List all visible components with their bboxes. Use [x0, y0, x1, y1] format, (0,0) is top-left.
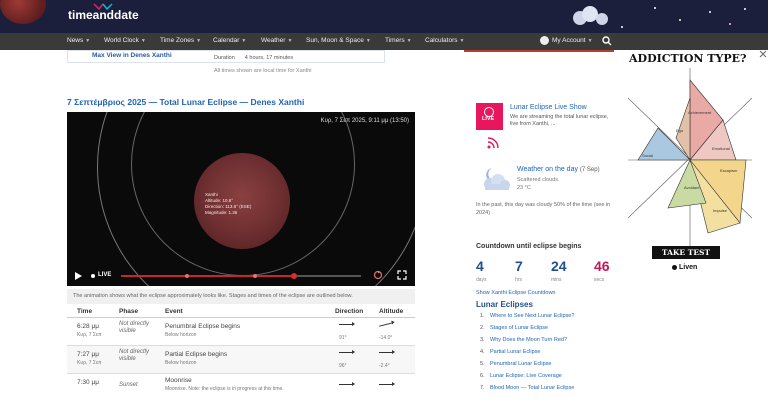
- table-row: 7:27 μμ Κυρ, 7 Σεπ Not directly visible …: [67, 346, 415, 374]
- eclipse-stages-table: Time Phase Event Direction Altitude 6:28…: [67, 304, 415, 400]
- list-item[interactable]: 5. Penumbral Lunar Eclipse: [480, 361, 551, 367]
- direction-arrow-icon: [339, 382, 355, 386]
- countdown-seconds: 46: [594, 258, 610, 274]
- countdown-title: Countdown until eclipse begins: [476, 243, 582, 250]
- ad-segment-label: Social: [642, 153, 653, 158]
- scattered-clouds-icon: [484, 168, 510, 190]
- progress-track[interactable]: [121, 275, 361, 277]
- weather-description: Scattered clouds. 23 °C: [517, 177, 560, 191]
- ad-segment-label: Escapism: [720, 168, 738, 173]
- duration-row: Duration 4 hours, 17 minutes: [214, 55, 294, 61]
- nav-item-calculators[interactable]: Calculators ▼: [425, 37, 464, 44]
- countdown-days-label: days: [476, 277, 487, 283]
- col-time: Time: [77, 308, 93, 315]
- ad-close-icon[interactable]: [759, 50, 767, 58]
- col-event: Event: [165, 308, 183, 315]
- nav-item-sun-moon-space[interactable]: Sun, Moon & Space ▼: [306, 37, 371, 44]
- countdown-seconds-label: secs: [594, 277, 605, 283]
- ad-title: ADDICTION TYPE?: [629, 52, 747, 65]
- list-item[interactable]: 7. Blood Moon — Total Lunar Eclipse: [480, 385, 574, 391]
- nav-item-news[interactable]: News ▼: [67, 37, 90, 44]
- ad-segment-label: Emotional: [712, 146, 730, 151]
- stage-marker[interactable]: [185, 274, 189, 278]
- list-item[interactable]: 2. Stages of Lunar Eclipse: [480, 325, 548, 331]
- nav-item-time-zones[interactable]: Time Zones ▼: [160, 37, 201, 44]
- col-direction: Direction: [335, 308, 364, 315]
- table-header: Time Phase Event Direction Altitude: [67, 304, 415, 318]
- countdown-minutes: 24: [551, 258, 567, 274]
- stage-marker[interactable]: [253, 274, 257, 278]
- direction-arrow-icon: [339, 322, 355, 326]
- progress-fill: [121, 275, 294, 277]
- animation-caption: The animation shows what the eclipse app…: [67, 289, 415, 304]
- countdown-hours: 7: [515, 258, 523, 274]
- replay-icon[interactable]: [373, 270, 383, 280]
- altitude-arrow-icon: [379, 350, 395, 354]
- accent-line: [464, 50, 614, 52]
- feed-icon[interactable]: [486, 136, 500, 150]
- ad-segment-label: Ego: [676, 128, 684, 133]
- site-header: timeanddate: [0, 0, 768, 33]
- table-row: 7:30 μμ Sunset Moonrise Moonrise. Note: …: [67, 374, 415, 400]
- list-item[interactable]: 3. Why Does the Moon Turn Red?: [480, 337, 567, 343]
- ad-segment-label: Impulse: [713, 208, 728, 213]
- moon-info: Xanthi Altitude: 10.6° Direction: 113.6°…: [205, 192, 252, 215]
- eclipse-title: 7 Σεπτέμβριος 2025 — Total Lunar Eclipse…: [67, 97, 305, 107]
- nav-item-weather[interactable]: Weather ▼: [261, 37, 292, 44]
- countdown-link[interactable]: Show Xanthi Eclipse Countdown: [476, 290, 556, 296]
- avatar-icon: [540, 36, 549, 45]
- site-logo[interactable]: timeanddate: [68, 8, 139, 22]
- col-altitude: Altitude: [379, 308, 404, 315]
- nav-item-timers[interactable]: Timers ▼: [385, 37, 412, 44]
- account-menu[interactable]: My Account ▼: [540, 36, 593, 45]
- list-item[interactable]: 6. Lunar Eclipse: Live Coverage: [480, 373, 562, 379]
- countdown-minutes-label: mins: [551, 277, 562, 283]
- search-icon[interactable]: [602, 36, 612, 46]
- max-view-link[interactable]: Max View in Denes Xanthi: [92, 52, 172, 59]
- nav-item-world-clock[interactable]: World Clock ▼: [104, 37, 146, 44]
- local-time-note: All times shown are local time for Xanth…: [214, 68, 312, 74]
- header-clouds-image: [573, 6, 746, 28]
- direction-arrow-icon: [339, 350, 355, 354]
- nav-item-calendar[interactable]: Calendar ▼: [213, 37, 246, 44]
- live-show-icon[interactable]: LIVE: [476, 103, 503, 130]
- play-icon[interactable]: [75, 272, 82, 280]
- lunar-eclipses-heading: Lunar Eclipses: [476, 300, 533, 309]
- progress-handle[interactable]: [290, 273, 297, 279]
- live-dot-icon: [91, 274, 95, 278]
- video-timestamp: Κυρ, 7 Σεπ 2025, 9:11 μμ (13:50): [320, 118, 409, 124]
- ad-segment-label: Achievement: [688, 110, 712, 115]
- ad-radar-graphic: [628, 68, 752, 246]
- list-item[interactable]: 1. Where to See Next Lunar Eclipse?: [480, 313, 574, 319]
- countdown-hours-label: hrs: [515, 277, 522, 283]
- fullscreen-icon[interactable]: [397, 270, 407, 280]
- countdown-days: 4: [476, 258, 484, 274]
- live-label[interactable]: LIVE: [98, 272, 111, 278]
- advertisement[interactable]: ADDICTION TYPE? Achievement Ego Emotiona…: [620, 50, 756, 273]
- list-item[interactable]: 4. Partial Lunar Eclipse: [480, 349, 540, 355]
- live-show-link[interactable]: Lunar Eclipse Live Show: [510, 104, 587, 111]
- weather-link[interactable]: Weather on the day (7 Sep): [517, 166, 600, 173]
- eclipse-animation-player[interactable]: Xanthi Altitude: 10.6° Direction: 113.6°…: [67, 112, 415, 286]
- ad-brand-logo: Liven: [672, 264, 697, 271]
- live-show-description: We are streaming the total lunar eclipse…: [510, 114, 609, 127]
- player-controls: LIVE: [67, 264, 415, 286]
- table-row: 6:28 μμ Κυρ, 7 Σεπ Not directly visible …: [67, 318, 415, 346]
- ad-segment-label: Avoidant: [684, 185, 700, 190]
- main-nav: News ▼ World Clock ▼ Time Zones ▼ Calendar ▼…: [0, 33, 768, 50]
- header-moon-image: [0, 0, 46, 24]
- col-phase: Phase: [119, 308, 139, 315]
- weather-history: In the past, this day was cloudy 50% of …: [476, 202, 611, 216]
- take-test-button[interactable]: TAKE TEST: [652, 246, 720, 259]
- altitude-arrow-icon: [379, 322, 393, 327]
- altitude-arrow-icon: [379, 382, 395, 386]
